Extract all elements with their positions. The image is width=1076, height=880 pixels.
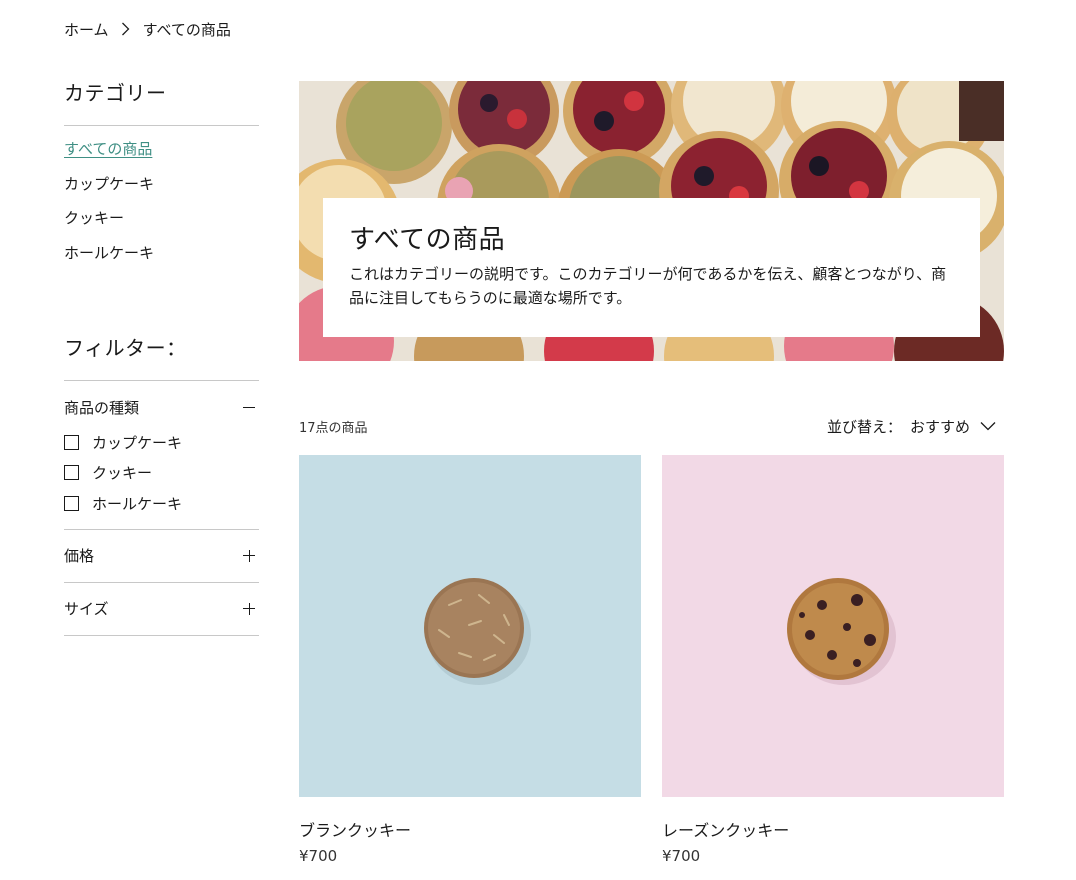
filter-size-label: サイズ	[64, 600, 109, 618]
category-hero: すべての商品 これはカテゴリーの説明です。このカテゴリーが何であるかを伝え、顧客…	[299, 81, 1004, 361]
sort-value: おすすめ	[909, 417, 970, 436]
product-count: 17点の商品	[299, 420, 368, 436]
product-toolbar: 17点の商品 並び替え： おすすめ	[299, 412, 1004, 440]
plus-icon	[243, 549, 255, 562]
product-price: ¥700	[662, 847, 701, 865]
category-title: すべての商品	[349, 225, 506, 255]
sidebar: カテゴリー すべての商品 カップケーキ クッキー ホールケーキ フィルター： 商…	[64, 78, 259, 636]
product-image[interactable]	[662, 455, 1004, 797]
option-label: クッキー	[92, 464, 153, 483]
product-card[interactable]: ブランクッキー ¥700	[299, 455, 641, 865]
divider	[64, 125, 259, 126]
checkbox[interactable]	[64, 465, 79, 481]
product-name[interactable]: ブランクッキー	[299, 817, 641, 840]
filter-price-label: 価格	[64, 547, 95, 565]
filter-size: サイズ	[64, 583, 259, 635]
filter-product-type: 商品の種類 カップケーキ クッキー ホールケーキ	[64, 381, 259, 529]
category-description: これはカテゴリーの説明です。このカテゴリーが何であるかを伝え、顧客とつながり、商…	[349, 265, 947, 307]
option-cookies[interactable]: クッキー	[64, 458, 259, 489]
filters-heading: フィルター：	[64, 336, 187, 360]
category-item-all-products[interactable]: すべての商品	[64, 139, 259, 174]
categories-heading: カテゴリー	[64, 81, 167, 105]
bran-cookie-image	[299, 455, 641, 797]
breadcrumb-home-link[interactable]: ホーム	[64, 19, 109, 40]
chevron-down-icon	[980, 422, 996, 431]
filter-size-toggle[interactable]: サイズ	[64, 583, 259, 635]
breadcrumb: ホーム すべての商品	[64, 18, 231, 40]
divider	[64, 634, 259, 636]
filter-price: 価格	[64, 530, 259, 582]
plus-icon	[243, 602, 255, 615]
option-cupcakes[interactable]: カップケーキ	[64, 427, 259, 458]
product-card[interactable]: レーズンクッキー ¥700	[662, 455, 1004, 865]
option-whole-cakes[interactable]: ホールケーキ	[64, 488, 259, 519]
filter-price-toggle[interactable]: 価格	[64, 530, 259, 582]
category-list: すべての商品 カップケーキ クッキー ホールケーキ	[64, 139, 259, 277]
filter-product-type-label: 商品の種類	[64, 398, 140, 417]
category-item-cupcakes[interactable]: カップケーキ	[64, 174, 259, 209]
product-price: ¥700	[299, 847, 338, 865]
filter-product-type-toggle[interactable]: 商品の種類	[64, 381, 259, 433]
sort-dropdown[interactable]: 並び替え： おすすめ	[827, 416, 996, 437]
product-name[interactable]: レーズンクッキー	[662, 817, 1004, 840]
category-item-cookies[interactable]: クッキー	[64, 208, 259, 243]
minus-icon	[243, 401, 255, 413]
sort-label: 並び替え：	[826, 417, 902, 436]
checkbox[interactable]	[64, 434, 79, 450]
raisin-cookie-image	[662, 455, 1004, 797]
chevron-right-icon	[109, 22, 143, 36]
product-image[interactable]	[299, 455, 641, 797]
option-label: ホールケーキ	[92, 494, 183, 513]
product-grid: ブランクッキー ¥700 レーズンクッキー ¥700	[299, 455, 1004, 865]
checkbox[interactable]	[64, 495, 79, 511]
category-info-card: すべての商品 これはカテゴリーの説明です。このカテゴリーが何であるかを伝え、顧客…	[323, 198, 980, 337]
option-label: カップケーキ	[92, 433, 183, 452]
breadcrumb-current: すべての商品	[142, 20, 231, 39]
category-item-whole-cakes[interactable]: ホールケーキ	[64, 243, 259, 278]
product-type-options: カップケーキ クッキー ホールケーキ	[64, 427, 259, 529]
